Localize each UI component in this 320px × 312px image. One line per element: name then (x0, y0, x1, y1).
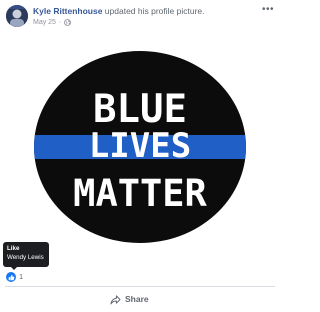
like-tooltip: Like Wendy Lewis (3, 242, 49, 270)
ellipsis-icon: ••• (261, 4, 274, 15)
blue-lives-matter-badge: BLUE LIVES MATTER (34, 51, 246, 243)
post-date-link[interactable]: May 25 (33, 18, 56, 27)
like-icon (6, 272, 16, 282)
globe-icon (64, 19, 72, 26)
post-header: Kyle Rittenhouse updated his profile pic… (0, 0, 280, 36)
post-card: Kyle Rittenhouse updated his profile pic… (0, 0, 280, 312)
profile-picture-photo[interactable]: BLUE LIVES MATTER (0, 36, 280, 258)
tooltip-title: Like (7, 245, 20, 252)
post-meta: May 25 · (33, 18, 72, 27)
reaction-count[interactable]: 1 (19, 272, 23, 282)
tooltip-arrow (11, 267, 17, 270)
share-arrow-icon (110, 294, 121, 305)
author-name-link[interactable]: Kyle Rittenhouse (33, 6, 102, 16)
badge-line-2: LIVES (89, 126, 191, 166)
badge-line-3: MATTER (73, 172, 207, 215)
post-action-text: updated his profile picture. (102, 6, 205, 16)
actions-divider (5, 286, 275, 287)
tooltip-liker-name: Wendy Lewis (7, 254, 44, 261)
share-button[interactable]: Share (110, 293, 149, 306)
meta-separator: · (58, 19, 62, 26)
avatar[interactable] (6, 5, 28, 27)
share-label: Share (125, 294, 149, 304)
reactions-summary[interactable]: 1 (6, 271, 23, 283)
author-line: Kyle Rittenhouse updated his profile pic… (33, 6, 205, 17)
more-options-button[interactable]: ••• (262, 4, 274, 15)
